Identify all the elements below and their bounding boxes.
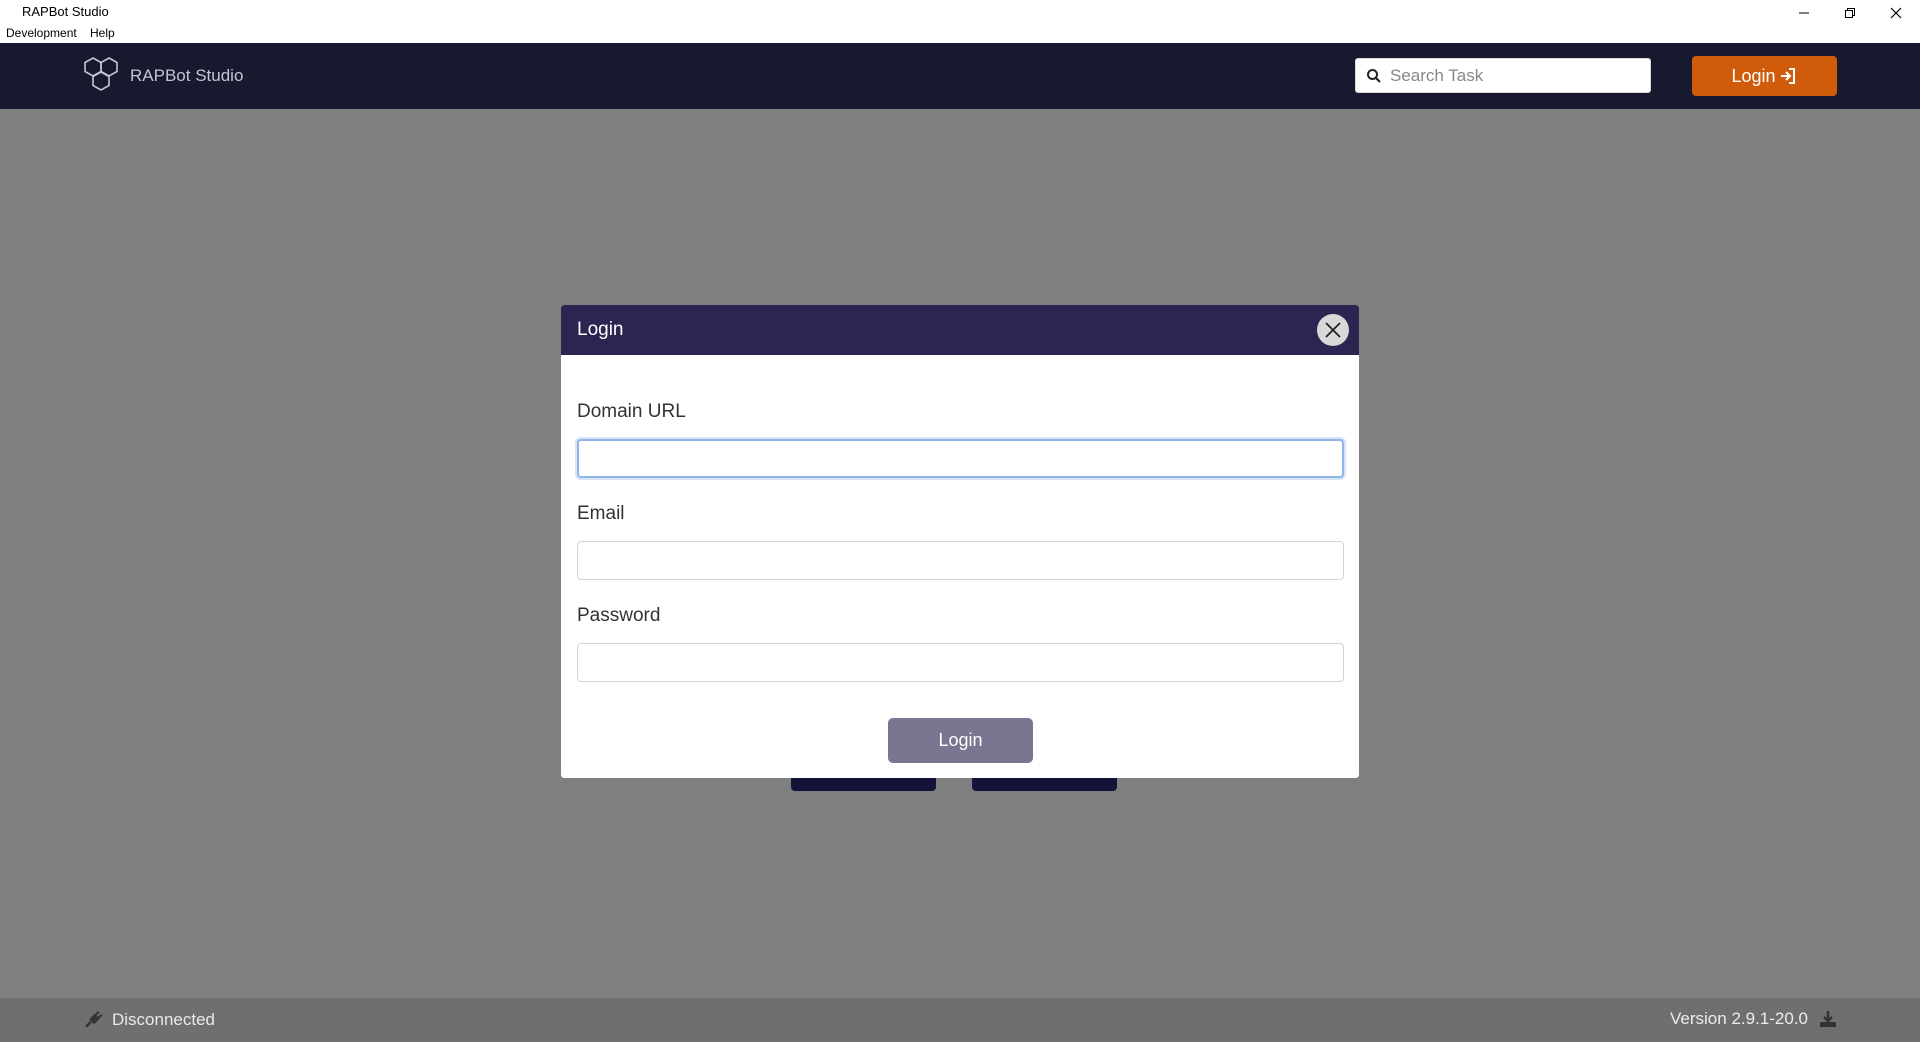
header-login-button[interactable]: Login (1692, 56, 1837, 96)
email-field[interactable] (577, 541, 1344, 580)
restore-icon (1845, 7, 1855, 18)
search-input[interactable] (1388, 64, 1632, 87)
brand-name: RAPBot Studio (130, 66, 244, 85)
dialog-header: Login (561, 305, 1359, 355)
search-icon (1367, 68, 1381, 83)
menu-help[interactable]: Help (90, 26, 115, 40)
minimize-button[interactable] (1781, 0, 1827, 25)
restore-button[interactable] (1827, 0, 1873, 25)
close-icon (1325, 322, 1341, 338)
login-dialog: Login Domain URL Email Password Login (561, 305, 1359, 778)
connection-status: Disconnected (82, 1009, 215, 1031)
login-submit-button[interactable]: Login (888, 718, 1033, 763)
status-bar: Disconnected Version 2.9.1-20.0 (0, 998, 1920, 1042)
version-text: Version 2.9.1-20.0 (1670, 1009, 1808, 1028)
window-title: RAPBot Studio (22, 4, 109, 19)
plug-icon (85, 1011, 103, 1028)
search-box[interactable] (1355, 58, 1651, 93)
hexagon-logo-icon (84, 57, 118, 91)
title-bar: RAPBot Studio (0, 0, 1920, 25)
brand[interactable]: RAPBot Studio (80, 53, 243, 99)
login-arrow-icon (1780, 68, 1795, 84)
menu-development[interactable]: Development (6, 26, 77, 40)
download-icon[interactable] (1818, 1009, 1838, 1029)
minimize-icon (1799, 12, 1809, 13)
domain-url-field[interactable] (577, 439, 1344, 478)
menu-bar: Development Help (0, 25, 1920, 43)
dialog-title: Login (577, 319, 624, 340)
email-label: Email (577, 503, 625, 524)
password-field[interactable] (577, 643, 1344, 682)
window-close-icon (1890, 7, 1902, 18)
password-label: Password (577, 605, 661, 626)
dialog-close-button[interactable] (1317, 314, 1349, 346)
window-close-button[interactable] (1873, 0, 1919, 25)
version-info: Version 2.9.1-20.0 (1670, 1009, 1838, 1029)
domain-url-label: Domain URL (577, 401, 686, 422)
app-header: RAPBot Studio Login (0, 43, 1920, 109)
header-login-label: Login (1731, 65, 1776, 86)
connection-status-text: Disconnected (112, 1010, 216, 1029)
